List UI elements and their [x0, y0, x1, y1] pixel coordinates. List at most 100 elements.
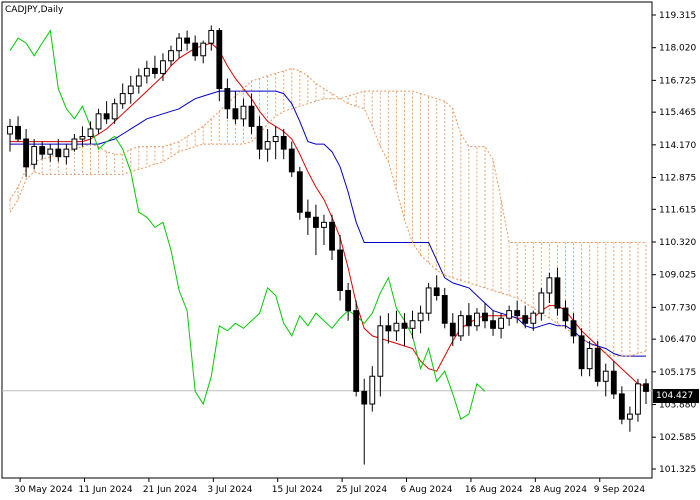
candles: [7, 25, 649, 465]
candle-body: [498, 317, 505, 329]
tenkan-line: [10, 42, 647, 387]
candle-body: [570, 320, 577, 337]
candle-body: [635, 383, 641, 415]
chart-frame: [1, 1, 653, 479]
kijun-line: [10, 90, 646, 357]
x-tick-label: 15 Jul 2024: [272, 485, 323, 495]
candle-body: [353, 310, 360, 392]
y-tick-label: 119.315: [659, 11, 696, 21]
candle-body: [337, 249, 343, 291]
candle-body: [256, 125, 263, 150]
candle-body: [280, 136, 287, 150]
candle-body: [119, 93, 126, 105]
candle-body: [272, 136, 279, 143]
x-tick-label: 6 Aug 2024: [401, 485, 453, 495]
senkou_a-line: [9, 67, 647, 357]
candle-body: [321, 221, 327, 228]
candle-body: [554, 277, 561, 309]
candle-body: [530, 312, 537, 324]
candle-body: [127, 85, 134, 95]
candle-body: [457, 315, 464, 337]
candle-body: [643, 383, 649, 392]
candle-body: [143, 67, 150, 77]
candle-body: [111, 103, 118, 120]
candle-body: [264, 141, 271, 150]
candle-body: [151, 67, 158, 74]
chikou-line: [9, 29, 486, 420]
candle-body: [361, 390, 368, 405]
y-tick-label: 112.875: [659, 174, 696, 184]
candle-body: [200, 42, 207, 57]
candle-body: [7, 125, 13, 135]
candle-body: [95, 113, 102, 130]
y-tick-label: 115.465: [659, 108, 696, 118]
candle-body: [103, 113, 110, 120]
indicator-lines: [9, 29, 647, 420]
candle-body: [224, 88, 231, 110]
candle-body: [176, 37, 182, 52]
candle-body: [192, 42, 199, 57]
candle-body: [393, 322, 400, 332]
ichimoku-cloud: [9, 68, 647, 357]
candle-body: [474, 312, 480, 327]
x-tick-label: 3 Jul 2024: [207, 485, 252, 495]
candle-body: [562, 307, 569, 322]
time-axis: 30 May 2024 11 Jun 2024 21 Jun 2024 3 Jul 2…: [14, 478, 645, 495]
y-tick-label: 102.585: [659, 433, 696, 443]
candle-body: [313, 216, 319, 228]
y-tick-label: 110.320: [659, 238, 696, 248]
candle-body: [15, 125, 21, 140]
candle-body: [208, 30, 215, 44]
candle-body: [626, 413, 633, 420]
y-tick-label: 105.175: [659, 368, 696, 378]
candle-body: [240, 105, 247, 120]
candle-body: [63, 148, 70, 158]
plot-border: [1, 1, 653, 479]
candle-body: [514, 310, 521, 317]
candle-body: [31, 146, 38, 165]
price-axis: 119.315 118.020 116.725 115.465 114.170 112.8…: [652, 11, 696, 475]
candle-body: [304, 211, 311, 218]
candle-body: [578, 335, 585, 370]
candle-body: [425, 287, 432, 314]
candle-body: [401, 322, 408, 329]
candle-body: [385, 325, 392, 332]
candle-body: [441, 295, 448, 324]
candle-body: [482, 312, 488, 322]
candle-body: [506, 310, 513, 319]
candle-body: [288, 148, 295, 173]
candle-body: [433, 287, 440, 297]
chart-title: CADJPY,Daily: [5, 5, 64, 15]
chart-area: 119.315 118.020 116.725 115.465 114.170 112.8…: [0, 0, 700, 500]
candle-body: [377, 325, 384, 377]
y-tick-label: 111.615: [659, 205, 696, 215]
x-tick-label: 9 Sep 2024: [594, 485, 646, 495]
y-tick-label: 107.730: [659, 303, 696, 313]
candle-body: [55, 148, 62, 158]
candle-body: [594, 347, 601, 382]
candle-body: [490, 320, 496, 329]
candle-body: [409, 320, 416, 329]
y-tick-label: 106.470: [659, 335, 696, 345]
candle-body: [449, 322, 456, 337]
candle-body: [248, 105, 255, 127]
x-tick-label: 25 Jul 2024: [336, 485, 387, 495]
x-tick-label: 21 Jun 2024: [143, 485, 197, 495]
candle-body: [538, 292, 545, 314]
candle-body: [586, 347, 593, 370]
candle-body: [216, 30, 223, 90]
x-tick-label: 28 Aug 2024: [529, 485, 587, 495]
current-price-label: 104.427: [653, 389, 699, 403]
candle-body: [369, 375, 376, 405]
candle-body: [602, 370, 609, 382]
y-tick-label: 118.020: [659, 44, 696, 54]
candle-body: [39, 146, 46, 155]
candle-body: [465, 315, 472, 327]
candle-body: [522, 315, 529, 324]
candle-body: [546, 277, 553, 294]
candle-body: [160, 60, 166, 74]
candle-body: [87, 128, 94, 138]
y-tick-label: 114.170: [659, 141, 696, 151]
y-tick-label: 109.025: [659, 271, 696, 281]
candle-body: [417, 312, 424, 322]
